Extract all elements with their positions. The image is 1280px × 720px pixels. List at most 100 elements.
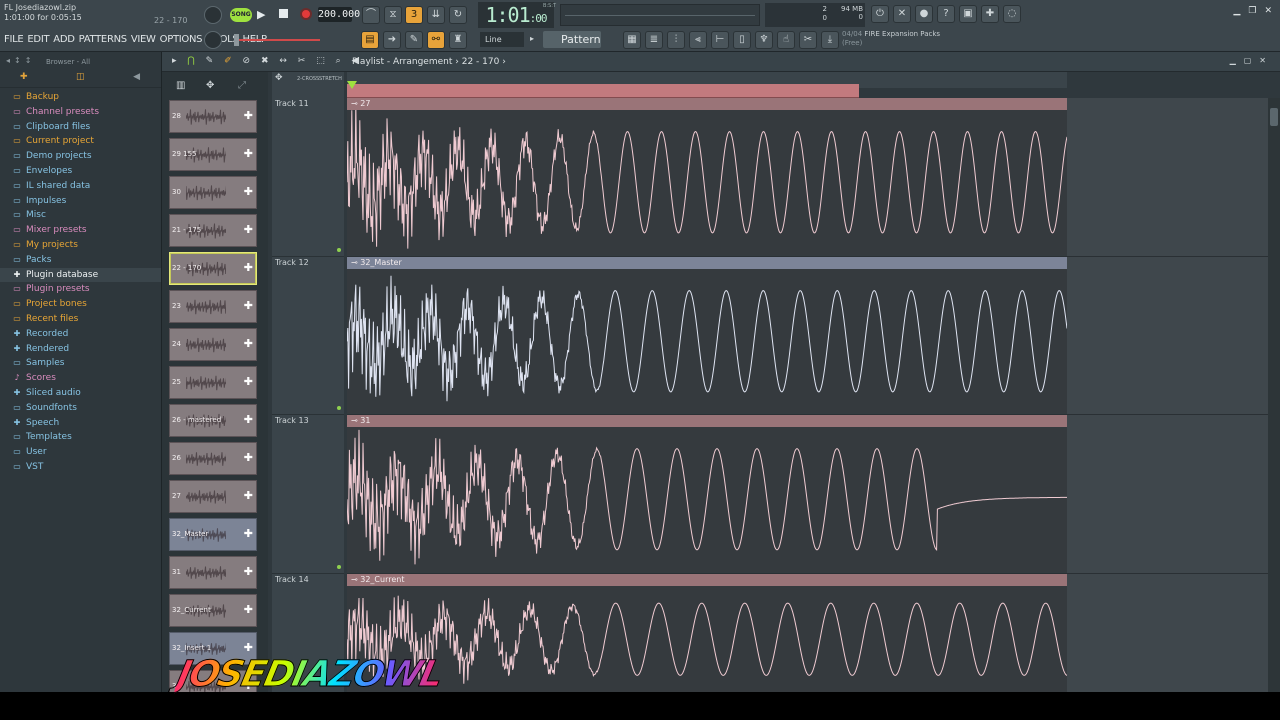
snap-arrow-icon[interactable]: ▸ bbox=[530, 34, 534, 43]
project-file-icon[interactable]: ▯ bbox=[733, 31, 751, 49]
link-icon[interactable]: ⚯ bbox=[427, 31, 445, 49]
track-mute-led[interactable] bbox=[337, 564, 341, 569]
audio-clip-title[interactable]: ⊸ 31 bbox=[347, 415, 1067, 427]
browser-item[interactable]: ▭ Clipboard files bbox=[12, 120, 161, 135]
add-clip-icon[interactable]: ✚ bbox=[244, 185, 253, 198]
pattern-song-toggle[interactable]: SONG bbox=[230, 8, 252, 22]
master-volume-knob[interactable] bbox=[204, 6, 222, 24]
menu-patterns[interactable]: PATTERNS bbox=[79, 34, 128, 45]
browser-item[interactable]: ▭ Plugin presets bbox=[12, 282, 161, 297]
add-clip-icon[interactable]: ✚ bbox=[244, 223, 253, 236]
clip-source-item[interactable]: 30 ✚ bbox=[169, 176, 257, 209]
playlist-menu-arrow-icon[interactable]: ▸ bbox=[172, 56, 181, 66]
browser-item[interactable]: ▭ Project bones bbox=[12, 297, 161, 312]
clip-source-item[interactable]: 31 ✚ bbox=[169, 556, 257, 589]
add-clip-icon[interactable]: ✚ bbox=[244, 603, 253, 616]
loop-record-icon[interactable]: ↻ bbox=[449, 6, 467, 24]
browser-item[interactable]: ▭ User bbox=[12, 445, 161, 460]
master-pitch-slider[interactable] bbox=[236, 39, 320, 41]
browser-item[interactable]: ✚ Speech bbox=[12, 416, 161, 431]
zoom-tool-icon[interactable]: ⌕ bbox=[336, 56, 345, 66]
scrollbar-thumb[interactable] bbox=[1270, 108, 1278, 126]
browser-item[interactable]: ▭ Packs bbox=[12, 253, 161, 268]
browser-item[interactable]: ✚ Rendered bbox=[12, 342, 161, 357]
paint-tool-icon[interactable]: ✐ bbox=[224, 56, 236, 66]
browser-view-icon[interactable]: ◫ bbox=[76, 72, 85, 82]
pitch-slider-handle[interactable] bbox=[234, 34, 239, 46]
browser-item[interactable]: ▭ Mixer presets bbox=[12, 223, 161, 238]
track-mute-led[interactable] bbox=[337, 406, 341, 410]
browser-item[interactable]: ▭ Channel presets bbox=[12, 105, 161, 120]
audio-clip-title[interactable]: ⊸ 27 bbox=[347, 98, 1067, 110]
clip-source-item[interactable]: 23 ✚ bbox=[169, 290, 257, 323]
browser-item[interactable]: ▭ Demo projects bbox=[12, 149, 161, 164]
minimize-icon[interactable]: ▁ bbox=[1233, 6, 1240, 16]
download-icon[interactable]: ⤓ bbox=[821, 31, 839, 49]
clip-source-item[interactable]: 32_Master ✚ bbox=[169, 518, 257, 551]
add-clip-icon[interactable]: ✚ bbox=[244, 109, 253, 122]
add-clip-icon[interactable]: ✚ bbox=[244, 565, 253, 578]
browser-item[interactable]: ▭ IL shared data bbox=[12, 179, 161, 194]
browser-item[interactable]: ▭ Envelopes bbox=[12, 164, 161, 179]
snap-select[interactable]: Line bbox=[480, 32, 524, 47]
menu-file[interactable]: FILE bbox=[4, 34, 24, 45]
close-icon[interactable]: ✕ bbox=[1264, 6, 1272, 16]
browser-item[interactable]: ▭ My projects bbox=[12, 238, 161, 253]
playhead-marker[interactable] bbox=[347, 81, 357, 89]
help-icon[interactable]: ? bbox=[937, 5, 955, 23]
metronome-icon[interactable]: ⌒ bbox=[362, 6, 380, 24]
clip-source-item[interactable]: 26 ✚ bbox=[169, 442, 257, 475]
restore-icon[interactable]: ❐ bbox=[1248, 6, 1256, 16]
track-header[interactable]: Track 11 bbox=[272, 98, 344, 257]
piano-roll-icon[interactable]: ≣ bbox=[645, 31, 663, 49]
plugin-picker-icon[interactable]: ✚ bbox=[981, 5, 999, 23]
blend-recording-icon[interactable]: ⇊ bbox=[427, 6, 445, 24]
browser-item[interactable]: ▭ Backup bbox=[12, 90, 161, 105]
touch-icon[interactable]: ☝ bbox=[777, 31, 795, 49]
online-icon[interactable]: ⏻ bbox=[871, 5, 889, 23]
playlist-maximize-icon[interactable]: ▢ bbox=[1244, 56, 1260, 65]
playlist-view-icon[interactable]: ▤ bbox=[361, 31, 379, 49]
loop-region[interactable] bbox=[347, 84, 859, 98]
picker-icon[interactable]: ▥ bbox=[176, 80, 185, 91]
add-clip-icon[interactable]: ✚ bbox=[244, 261, 253, 274]
browser-nav-icons[interactable]: ◂↕↕ bbox=[6, 56, 35, 65]
brush-icon[interactable]: ✎ bbox=[405, 31, 423, 49]
menu-options[interactable]: OPTIONS bbox=[160, 34, 203, 45]
draw-tool-icon[interactable]: ✎ bbox=[206, 56, 218, 66]
playlist-magnet-icon[interactable]: ⋂ bbox=[187, 56, 198, 66]
clip-source-item[interactable]: 21 - 175 ✚ bbox=[169, 214, 257, 247]
select-tool-icon[interactable]: ⬚ bbox=[316, 56, 329, 66]
timeline-ruler[interactable]: ✥ 2-CROSS STRETCH bbox=[275, 72, 1067, 98]
menu-view[interactable]: VIEW bbox=[131, 34, 156, 45]
clip-source-item[interactable]: 22 - 170 ✚ bbox=[169, 252, 257, 285]
add-clip-icon[interactable]: ✚ bbox=[244, 489, 253, 502]
move-icon[interactable]: ✥ bbox=[206, 80, 214, 91]
playlist-minimize-icon[interactable]: ▁ bbox=[1230, 56, 1244, 65]
audio-clip[interactable]: ⊸ 27 bbox=[347, 98, 1067, 255]
mic-icon[interactable]: ● bbox=[915, 5, 933, 23]
mixer-icon[interactable]: ⫶ bbox=[667, 31, 685, 49]
browser-item[interactable]: ▭ Soundfonts bbox=[12, 401, 161, 416]
news-panel[interactable]: 04/04 FIRE Expansion Packs (Free) bbox=[842, 30, 952, 48]
add-clip-icon[interactable]: ✚ bbox=[244, 413, 253, 426]
channel-rack-icon[interactable]: ⫷ bbox=[689, 31, 707, 49]
play-button[interactable]: ▶ bbox=[257, 8, 265, 21]
arrow-icon[interactable]: ➜ bbox=[383, 31, 401, 49]
audio-clip-title[interactable]: ⊸ 32_Master bbox=[347, 256, 1067, 269]
add-clip-icon[interactable]: ✚ bbox=[244, 527, 253, 540]
save-icon[interactable]: ▣ bbox=[959, 5, 977, 23]
browser-item[interactable]: ▭ Templates bbox=[12, 430, 161, 445]
clip-source-item[interactable]: 25 ✚ bbox=[169, 366, 257, 399]
browser-item[interactable]: ✚ Recorded bbox=[12, 327, 161, 342]
audio-clip-title[interactable]: ⊸ 32_Current bbox=[347, 573, 1067, 586]
browser-item[interactable]: ▭ Misc bbox=[12, 208, 161, 223]
menu-edit[interactable]: EDIT bbox=[27, 34, 49, 45]
browser-item[interactable]: ▭ Recent files bbox=[12, 312, 161, 327]
snap-icon[interactable]: ✥ bbox=[275, 73, 283, 83]
panic-icon[interactable]: ✕ bbox=[893, 5, 911, 23]
browser-item[interactable]: ▭ VST bbox=[12, 460, 161, 475]
add-clip-icon[interactable]: ✚ bbox=[244, 641, 253, 654]
countdown-icon[interactable]: 3 bbox=[405, 6, 423, 24]
add-clip-icon[interactable]: ✚ bbox=[244, 299, 253, 312]
